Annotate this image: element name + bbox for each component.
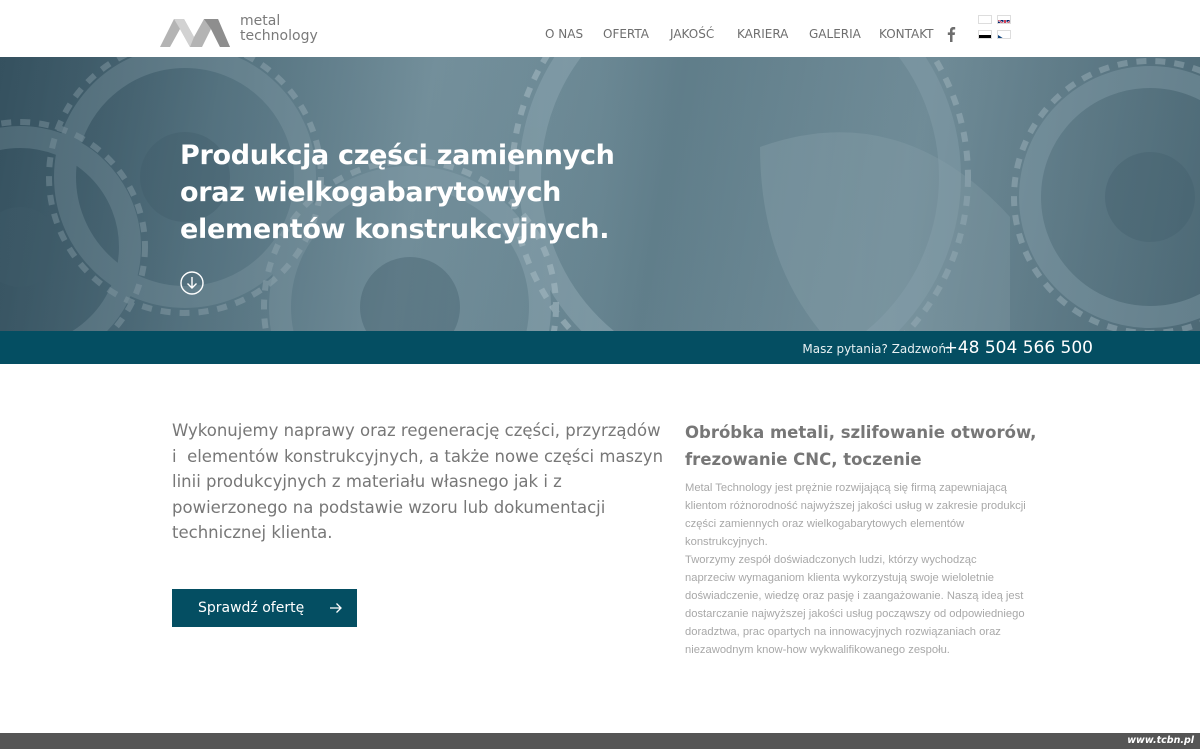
arrow-right-icon (330, 603, 342, 613)
facebook-icon[interactable] (946, 26, 956, 42)
logo-line-metal: metal (240, 13, 281, 29)
hero-title-line: oraz wielkogabarytowych (180, 177, 562, 208)
about-body: Metal Technology jest prężnie rozwijając… (685, 479, 1030, 659)
logo-line-technology: technology (240, 28, 318, 44)
flag-de-icon[interactable] (978, 30, 992, 39)
flag-en-icon[interactable] (997, 15, 1011, 24)
nav-item-kontakt[interactable]: KONTAKT (879, 27, 934, 41)
hero-title: Produkcja części zamiennych oraz wielkog… (180, 137, 700, 248)
watermark: www.tcbn.pl (1127, 735, 1194, 746)
site-header: metal technology O NAS OFERTA JAKOŚĆ KAR… (0, 0, 1200, 57)
nav-item-galeria[interactable]: GALERIA (809, 27, 861, 41)
call-bar: Masz pytania? Zadzwoń: +48 504 566 500 (0, 331, 1200, 364)
nav-item-jakosc[interactable]: JAKOŚĆ (670, 27, 714, 41)
phone-link[interactable]: +48 504 566 500 (944, 338, 1093, 358)
nav-item-kariera[interactable]: KARIERA (737, 27, 788, 41)
call-label: Masz pytania? Zadzwoń: (802, 342, 950, 356)
logo-mark-icon (160, 19, 230, 47)
intro-text: Wykonujemy naprawy oraz regenerację częś… (172, 418, 664, 546)
nav-item-oferta[interactable]: OFERTA (603, 27, 649, 41)
footer-strip: www.tcbn.pl (0, 733, 1200, 749)
about-heading-line: Obróbka metali, szlifowanie otworów, (685, 423, 1037, 442)
intro-line: linii produkcyjnych z materiału własnego… (172, 472, 562, 491)
check-offer-label: Sprawdź ofertę (198, 600, 305, 616)
intro-line: Wykonujemy naprawy oraz regenerację częś… (172, 421, 661, 440)
arrow-down-circle-icon[interactable] (180, 271, 204, 295)
flag-pl-icon[interactable] (978, 15, 992, 24)
intro-line: i elementów konstrukcyjnych, a także now… (172, 446, 664, 466)
logo-text: metal technology (240, 14, 318, 44)
hero-title-line: elementów konstrukcyjnych. (180, 214, 610, 245)
about-paragraph: Metal Technology jest prężnie rozwijając… (685, 482, 1026, 548)
about-heading-line: frezowanie CNC, toczenie (685, 450, 922, 469)
hero-title-line: Produkcja części zamiennych (180, 140, 615, 171)
nav-item-o-nas[interactable]: O NAS (545, 27, 583, 41)
logo[interactable]: metal technology (160, 12, 320, 48)
intro-line: technicznej klienta. (172, 523, 333, 542)
intro-line: powierzonego na podstawie wzoru lub doku… (172, 497, 606, 517)
about-paragraph: Tworzymy zespół doświadczonych ludzi, kt… (685, 554, 1025, 656)
about-heading: Obróbka metali, szlifowanie otworów, fre… (685, 419, 1045, 473)
flag-cz-icon[interactable] (997, 30, 1011, 39)
hero-banner: Produkcja części zamiennych oraz wielkog… (0, 57, 1200, 331)
check-offer-button[interactable]: Sprawdź ofertę (172, 589, 357, 627)
language-switcher (978, 15, 1012, 41)
